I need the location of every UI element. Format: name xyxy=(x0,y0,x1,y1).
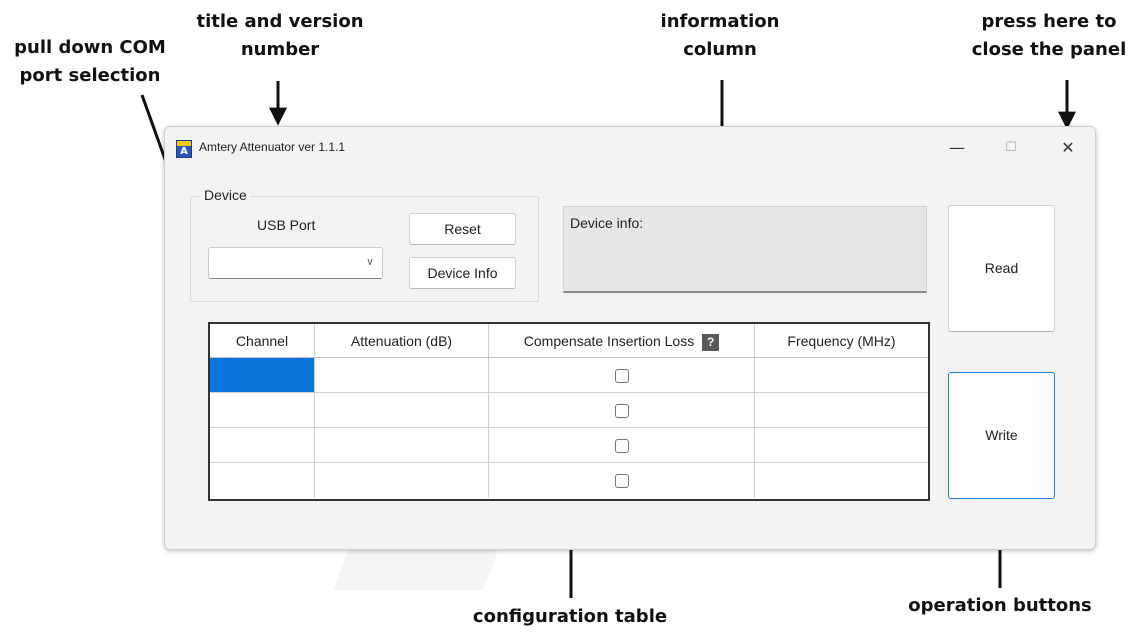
help-icon[interactable]: ? xyxy=(702,333,720,351)
window-title: Amtery Attenuator ver 1.1.1 xyxy=(199,140,346,154)
usb-port-dropdown[interactable]: ∨ xyxy=(208,247,383,279)
compensate-cell xyxy=(489,428,755,462)
device-info-label: Device info: xyxy=(570,215,644,231)
chevron-down-icon[interactable]: ∨ xyxy=(366,255,374,268)
configuration-table: Channel Attenuation (dB) Compensate Inse… xyxy=(208,322,930,501)
device-info-panel: Device info: xyxy=(563,206,927,293)
column-header-frequency: Frequency (MHz) xyxy=(787,333,896,349)
table-row xyxy=(210,428,928,463)
attenuation-cell[interactable] xyxy=(315,358,489,392)
compensate-cell xyxy=(489,358,755,392)
app-window: A Amtery Attenuator ver 1.1.1 — ☐ ✕ Devi… xyxy=(164,126,1096,550)
compensate-header-label: Compensate Insertion Loss xyxy=(523,333,695,349)
table-row xyxy=(210,463,928,498)
minimize-button[interactable]: — xyxy=(937,135,977,161)
compensate-cell xyxy=(489,393,755,427)
attenuation-cell[interactable] xyxy=(315,428,489,462)
channel-cell[interactable] xyxy=(210,428,315,462)
write-button[interactable]: Write xyxy=(948,372,1055,499)
table-header: Channel Attenuation (dB) Compensate Inse… xyxy=(210,324,928,358)
frequency-cell[interactable] xyxy=(755,463,928,498)
table-row xyxy=(210,393,928,428)
frequency-cell[interactable] xyxy=(755,393,928,427)
column-header-channel: Channel xyxy=(210,324,315,357)
compensate-checkbox[interactable] xyxy=(614,474,629,489)
channel-cell[interactable] xyxy=(210,358,315,392)
usb-port-label: USB Port xyxy=(257,217,316,233)
compensate-checkbox[interactable] xyxy=(614,439,629,454)
column-header-attenuation: Attenuation (dB) xyxy=(315,324,489,357)
device-group-label: Device xyxy=(201,187,250,203)
app-logo-icon: A xyxy=(176,140,192,158)
compensate-checkbox[interactable] xyxy=(614,404,629,419)
attenuation-cell[interactable] xyxy=(315,463,489,498)
compensate-checkbox[interactable] xyxy=(614,369,629,384)
frequency-cell[interactable] xyxy=(755,358,928,392)
channel-cell[interactable] xyxy=(210,463,315,498)
device-info-button[interactable]: Device Info xyxy=(409,257,516,289)
attenuation-cell[interactable] xyxy=(315,393,489,427)
table-row xyxy=(210,358,928,393)
reset-button[interactable]: Reset xyxy=(409,213,516,245)
device-group: Device USB Port ∨ Reset Device Info xyxy=(190,187,539,302)
title-bar[interactable]: A Amtery Attenuator ver 1.1.1 — ☐ ✕ xyxy=(165,127,1095,167)
close-button[interactable]: ✕ xyxy=(1048,135,1088,161)
column-header-compensate: Compensate Insertion Loss? xyxy=(489,324,755,357)
read-button[interactable]: Read xyxy=(948,205,1055,332)
maximize-button[interactable]: ☐ xyxy=(991,135,1031,161)
frequency-cell[interactable] xyxy=(755,428,928,462)
channel-cell[interactable] xyxy=(210,393,315,427)
compensate-cell xyxy=(489,463,755,498)
